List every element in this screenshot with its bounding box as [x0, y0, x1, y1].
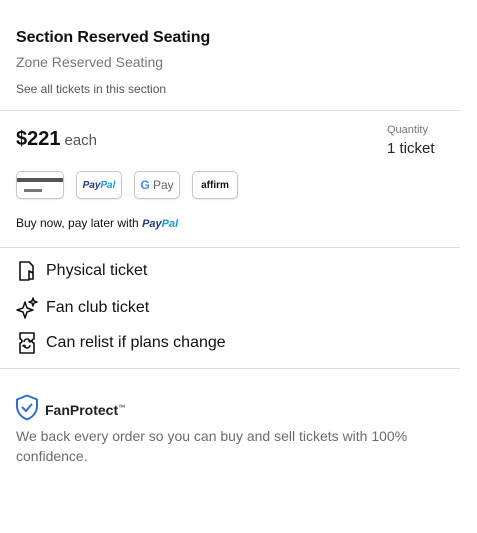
- zone-label: Zone Reserved Seating: [16, 54, 164, 70]
- see-all-tickets-link[interactable]: See all tickets in this section: [16, 82, 166, 96]
- section-title: Section Reserved Seating: [16, 29, 211, 46]
- price-amount: $221: [16, 128, 61, 150]
- feature-relist: Can relist if plans change: [16, 332, 226, 354]
- divider: [0, 247, 460, 248]
- feature-label: Fan club ticket: [46, 299, 150, 316]
- relist-ticket-icon: [16, 332, 38, 354]
- trademark-mark: ™: [118, 404, 126, 412]
- fanprotect-title-text: FanProtect: [45, 402, 119, 418]
- google-pay-text: Pay: [149, 178, 174, 192]
- buy-now-pay-later: Buy now, pay later with PayPal: [16, 216, 178, 230]
- sparkle-icon: [16, 297, 38, 319]
- fanprotect-header: FanProtect™: [15, 394, 125, 426]
- feature-fan-club: Fan club ticket: [16, 297, 149, 319]
- physical-ticket-icon: [16, 260, 38, 282]
- affirm-text: affirm: [201, 179, 229, 191]
- feature-physical-ticket: Physical ticket: [16, 260, 147, 282]
- bnpl-brand-pay: Pay: [142, 218, 162, 230]
- quantity-label: Quantity: [387, 124, 428, 136]
- paypal-logo: PayPal: [76, 171, 122, 199]
- bnpl-paypal-brand: PayPal: [142, 218, 178, 230]
- ticket-listing-panel: Section Reserved Seating Zone Reserved S…: [0, 0, 477, 533]
- bnpl-brand-pal: Pal: [161, 218, 179, 230]
- price-row: $221 each: [16, 128, 97, 151]
- paypal-pal-text: Pal: [100, 179, 116, 191]
- payment-methods: PayPal G Pay affirm: [16, 171, 238, 199]
- google-g-text: G: [140, 178, 150, 192]
- divider: [0, 110, 460, 111]
- bnpl-text: Buy now, pay later with: [16, 216, 139, 230]
- credit-card-icon: [16, 171, 64, 199]
- paypal-pay-text: Pay: [82, 179, 101, 191]
- feature-label: Physical ticket: [46, 262, 148, 279]
- shield-check-icon: [15, 394, 39, 426]
- affirm-logo: affirm: [192, 171, 238, 199]
- fanprotect-description: We back every order so you can buy and s…: [16, 428, 408, 464]
- price-unit: each: [64, 132, 98, 149]
- quantity-value[interactable]: 1 ticket: [387, 140, 435, 157]
- feature-label: Can relist if plans change: [46, 334, 226, 351]
- google-pay-logo: G Pay: [134, 171, 180, 199]
- fanprotect-title: FanProtect™: [45, 402, 125, 418]
- divider: [0, 368, 460, 369]
